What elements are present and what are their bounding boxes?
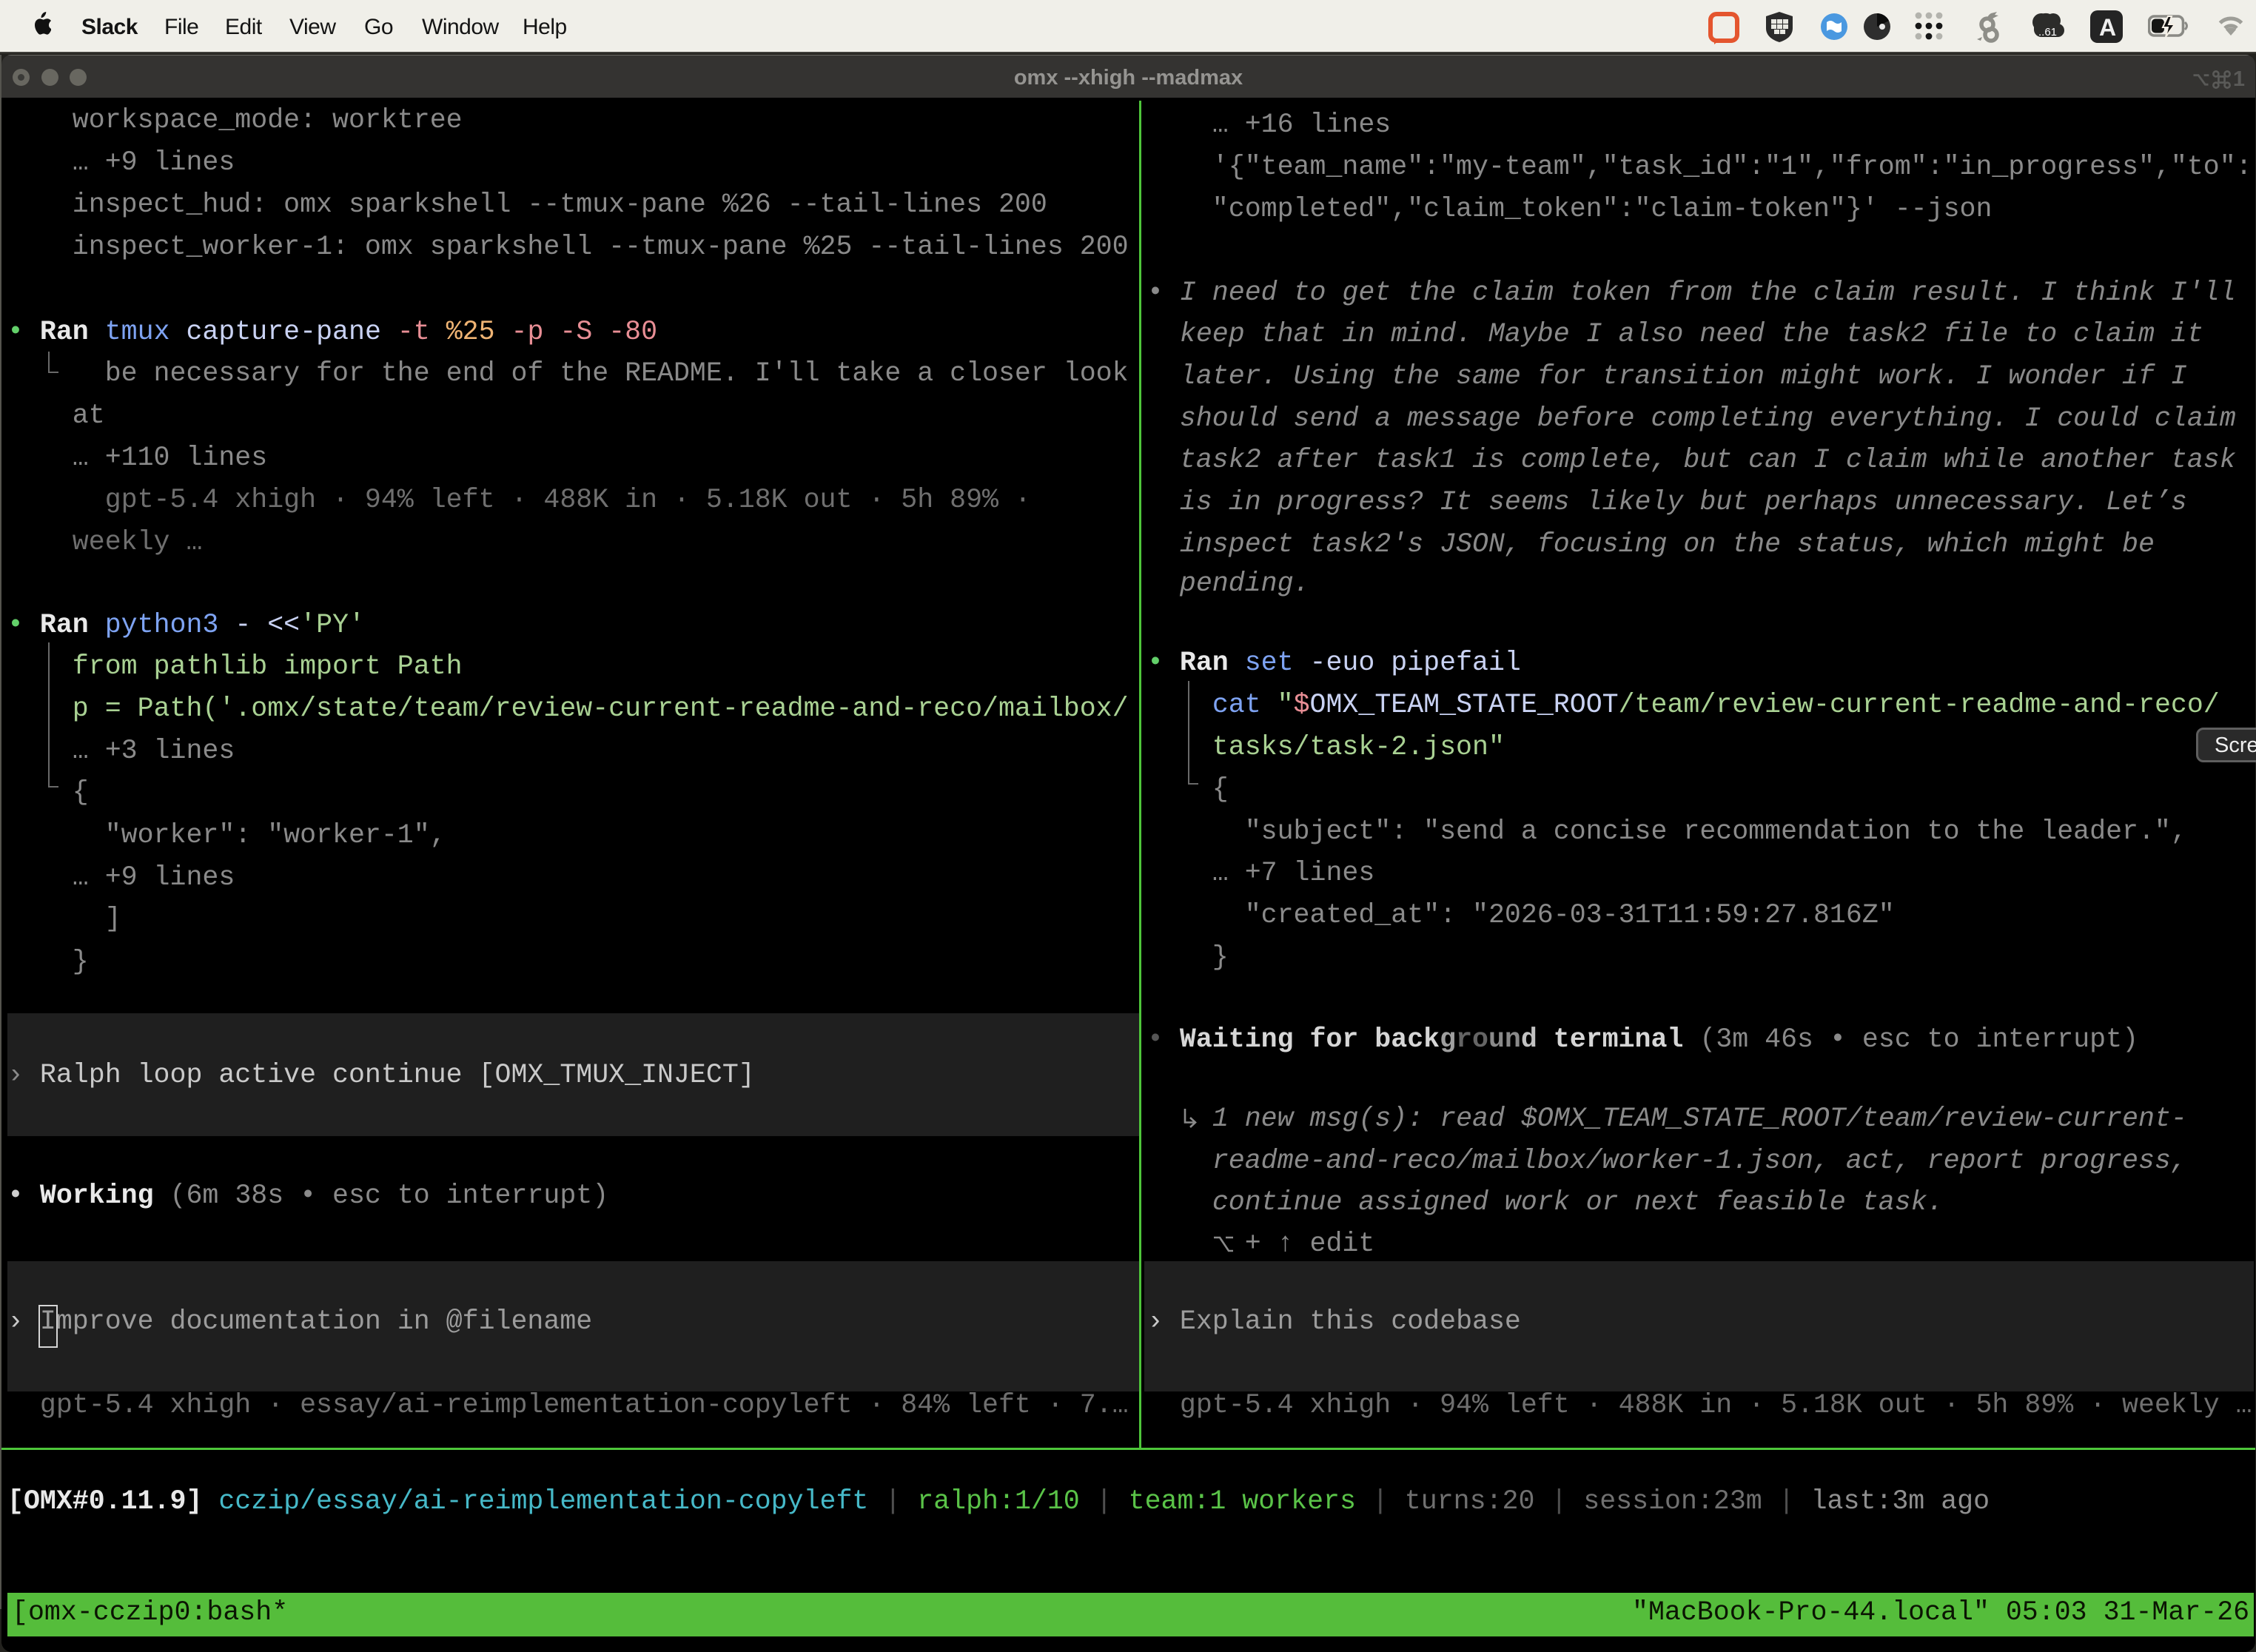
svg-text:A: A (2099, 14, 2116, 41)
svg-text:..61: ..61 (2038, 26, 2057, 38)
